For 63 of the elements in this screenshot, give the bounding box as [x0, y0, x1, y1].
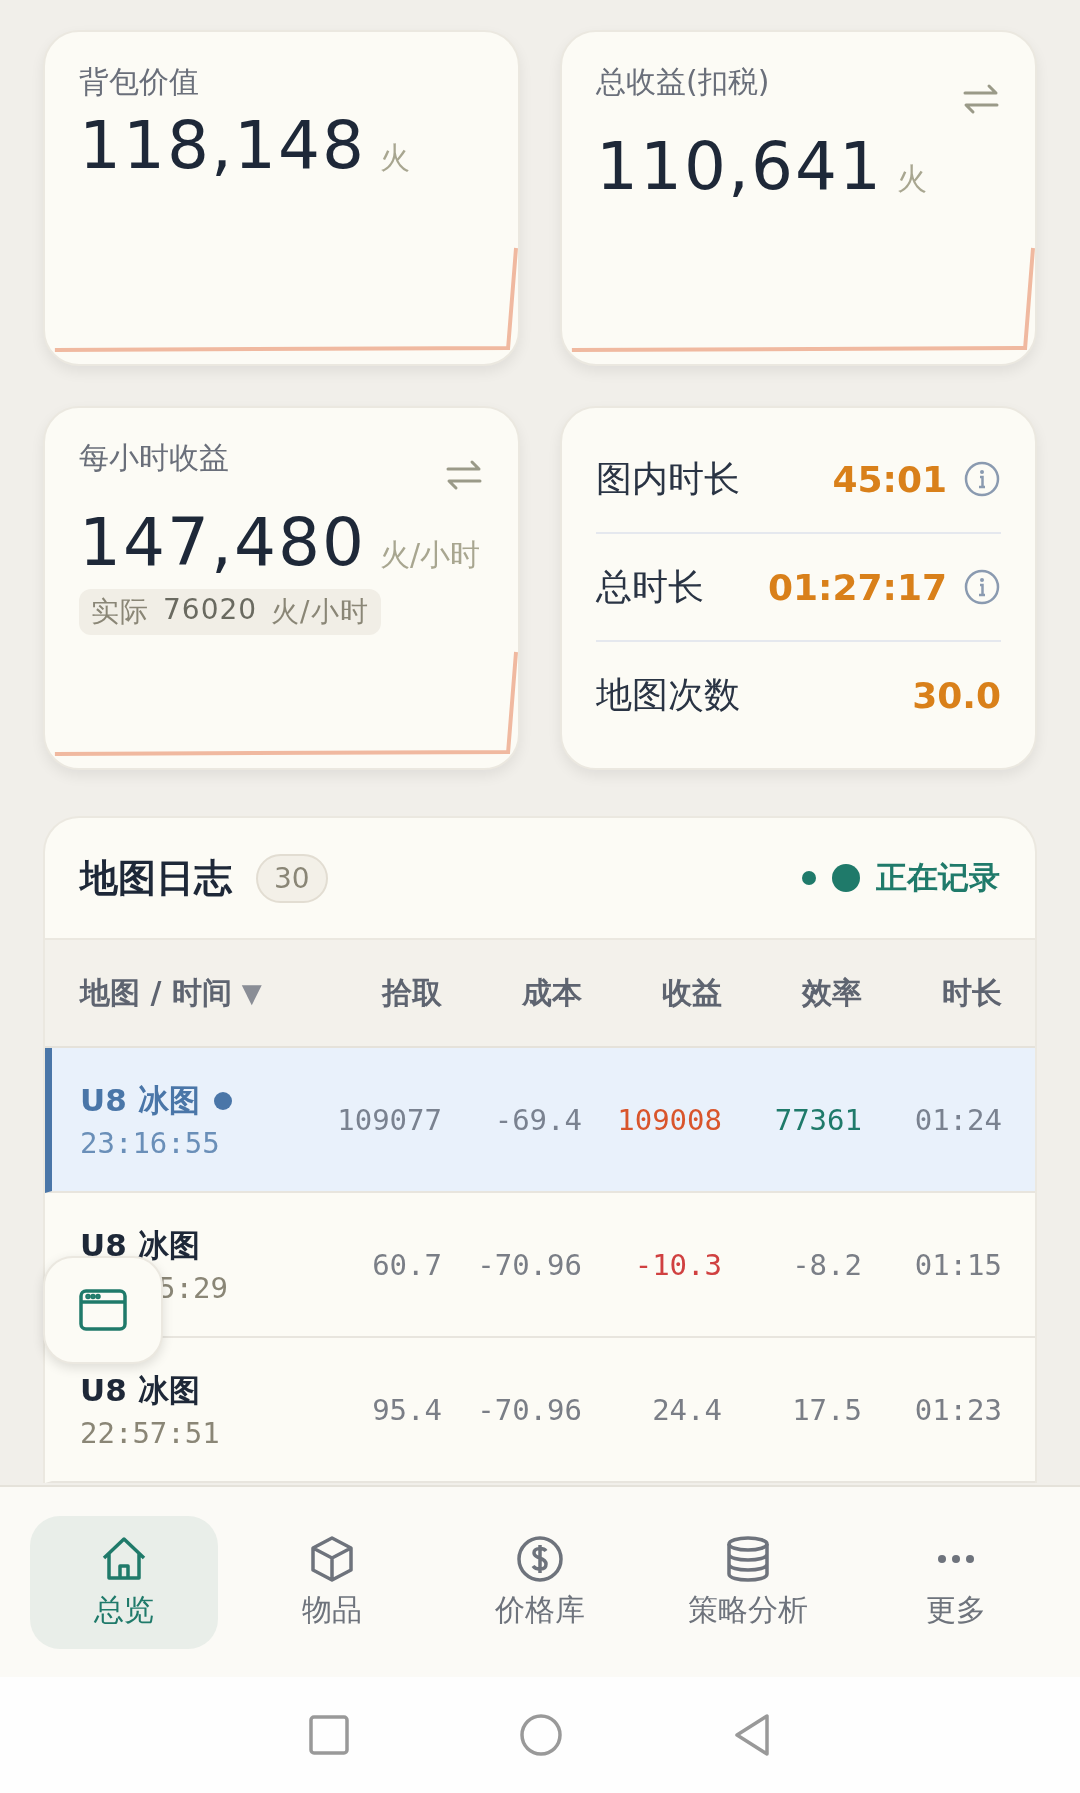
triangle-icon[interactable] — [733, 1713, 771, 1757]
window-icon — [79, 1289, 127, 1331]
sort-icon[interactable]: ▼ — [241, 978, 262, 1008]
table-cell-text: 60.7 — [371, 1247, 442, 1282]
map-time: 22:57:51 — [80, 1415, 221, 1450]
info-icon[interactable] — [963, 460, 1001, 498]
nav-tab[interactable]: 更多 — [862, 1515, 1050, 1649]
stat-value: 110,641 — [596, 128, 883, 205]
column-header[interactable]: 时长 — [862, 972, 1002, 1014]
table-cell-text: 01:24 — [913, 1102, 1002, 1137]
column-header[interactable]: 成本 — [442, 972, 582, 1014]
table-cell-text: 01:23 — [913, 1392, 1002, 1427]
table-cell-text: 109077 — [336, 1102, 442, 1137]
card-title: 背包价值 — [79, 63, 199, 101]
column-header[interactable]: 效率 — [722, 972, 862, 1014]
column-header[interactable]: 拾取 — [302, 972, 442, 1014]
table-cell-text: -70.96 — [476, 1392, 582, 1427]
unit-label: 火/小时 — [379, 536, 481, 574]
table-row[interactable]: U8 冰图 23:16:55 109077 -69.4 109008 77361 01:24 — [45, 1048, 1035, 1193]
panel-title: 地图日志 — [80, 854, 232, 902]
column-header[interactable]: 地图 / 时间 — [80, 972, 232, 1014]
nav-tab[interactable]: 总览 — [30, 1515, 218, 1649]
table-cell-text: 17.5 — [791, 1392, 862, 1427]
actual-rate-badge: 实际 76020 火/小时 — [79, 589, 381, 635]
dollar-icon — [515, 1533, 565, 1584]
nav-tab[interactable]: 物品 — [238, 1515, 426, 1649]
stat-value: 118,148 — [79, 107, 366, 184]
table-cell-text: -69.4 — [493, 1102, 582, 1137]
map-name: U8 冰图 — [80, 1370, 200, 1410]
table-cell-text: 01:15 — [913, 1247, 1002, 1282]
status-dot — [832, 864, 860, 892]
table-cell-text: 109008 — [616, 1102, 722, 1137]
swap-icon[interactable] — [961, 82, 1001, 116]
map-name: U8 冰图 — [80, 1225, 200, 1265]
table-cell-text: 77361 — [773, 1102, 862, 1137]
nav-tab[interactable]: 策略分析 — [654, 1515, 842, 1649]
unit-label: 火 — [896, 160, 927, 198]
stat-label: 总时长 — [596, 564, 705, 609]
stat-value: 147,480 — [79, 504, 366, 581]
table-cell-text: -10.3 — [633, 1247, 722, 1282]
unit-label: 火 — [379, 139, 410, 177]
nav-tab[interactable]: 价格库 — [446, 1515, 634, 1649]
circle-icon[interactable] — [519, 1713, 563, 1757]
table-cell-text: 95.4 — [371, 1392, 442, 1427]
recording-status: 正在记录 — [876, 858, 1000, 897]
table-cell-text: -8.2 — [791, 1247, 862, 1282]
map-time: 23:16:55 — [80, 1125, 221, 1160]
more-icon — [936, 1553, 976, 1564]
column-header[interactable]: 收益 — [582, 972, 722, 1014]
card-title: 总收益(扣税) — [596, 63, 770, 101]
map-name: U8 冰图 — [80, 1080, 200, 1120]
square-icon[interactable] — [309, 1715, 349, 1755]
table-cell-text: -70.96 — [476, 1247, 582, 1282]
stat-value: 45:01 — [832, 458, 947, 500]
stat-value: 30.0 — [912, 674, 1001, 716]
swap-icon[interactable] — [444, 458, 484, 492]
stat-label: 地图次数 — [596, 672, 741, 717]
table-cell-text: 24.4 — [651, 1392, 722, 1427]
stat-value: 01:27:17 — [767, 566, 947, 608]
info-icon[interactable] — [963, 568, 1001, 606]
stat-label: 图内时长 — [596, 456, 741, 501]
card-title: 每小时收益 — [79, 439, 229, 477]
count-badge: 30 — [256, 853, 328, 903]
